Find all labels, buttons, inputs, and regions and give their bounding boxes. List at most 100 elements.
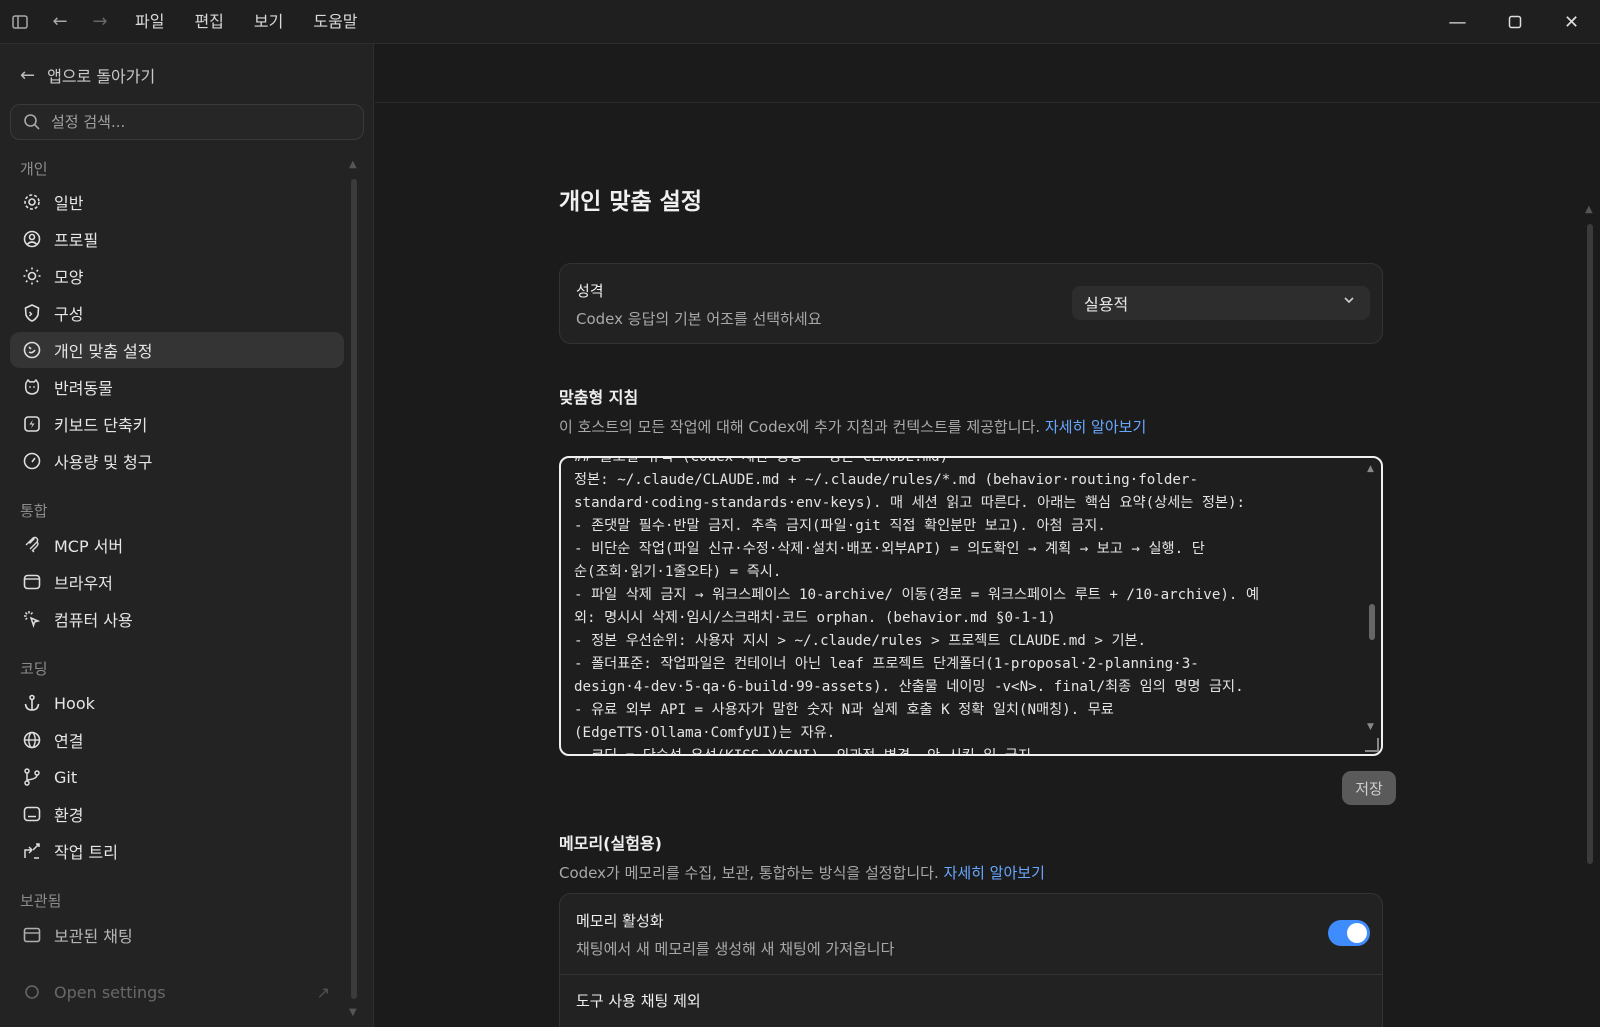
- instruction-line[interactable]: 정본: ~/.claude/CLAUDE.md + ~/.claude/rule…: [574, 469, 1354, 492]
- instructions-learn-more-link[interactable]: 자세히 알아보기: [1045, 418, 1146, 436]
- close-icon[interactable]: ✕: [1543, 0, 1600, 44]
- sidebar-item-connections[interactable]: 연결: [10, 722, 344, 758]
- section-archived-title: 보관됨: [20, 892, 62, 910]
- scroll-up-icon[interactable]: ▲: [1585, 204, 1593, 215]
- instructions-desc-text: 이 호스트의 모든 작업에 대해 Codex에 추가 지침과 컨텍스트를 제공합…: [559, 418, 1041, 436]
- sidebar-item-label: 사용량 및 청구: [54, 453, 153, 472]
- scrollbar-thumb[interactable]: [1587, 224, 1593, 864]
- instruction-line[interactable]: (EdgeTTS·Ollama·ComfyUI)는 자유.: [574, 722, 1354, 745]
- anchor-icon: [24, 694, 40, 711]
- menu-file[interactable]: 파일: [120, 0, 179, 44]
- scroll-down-icon[interactable]: ▼: [349, 1007, 357, 1018]
- scroll-down-icon[interactable]: ▼: [1367, 722, 1374, 732]
- sidebar-item-label: 일반: [54, 194, 84, 213]
- window-controls: — ✕: [1429, 0, 1600, 44]
- instruction-line[interactable]: 순(조회·읽기·1줄오타) = 즉시.: [574, 561, 1354, 584]
- instruction-line[interactable]: - 존댓말 필수·반말 금지. 추측 금지(파일·git 직접 확인분만 보고)…: [574, 515, 1354, 538]
- forward-arrow-icon[interactable]: →: [80, 0, 120, 44]
- instruction-line[interactable]: standard·coding-standards·env-keys). 매 세…: [574, 492, 1354, 515]
- instructions-text[interactable]: ## 글로벌 규칙 (Codex 세션 공통 · 정본 CLAUDE.md) 정본…: [574, 458, 1354, 754]
- section-integrations-title: 통합: [20, 502, 48, 520]
- lightning-key-icon: [24, 416, 40, 432]
- menu-edit[interactable]: 편집: [179, 0, 238, 44]
- toggle-knob: [1347, 923, 1367, 943]
- scroll-up-icon[interactable]: ▲: [1367, 464, 1374, 474]
- sidebar-item-hook[interactable]: Hook: [10, 685, 344, 721]
- main-scrollbar[interactable]: ▲: [1585, 164, 1594, 864]
- personality-card: 성격 Codex 응답의 기본 어조를 선택하세요 실용적: [559, 263, 1383, 344]
- back-to-app-link[interactable]: ← 앱으로 돌아가기: [20, 60, 155, 90]
- memory-enable-toggle[interactable]: [1328, 920, 1370, 946]
- gauge-icon: [23, 452, 41, 470]
- memory-card: 메모리 활성화 채팅에서 새 메모리를 생성해 새 채팅에 가져옵니다 도구 사…: [559, 893, 1383, 1027]
- sidebar-item-label: 개인 맞춤 설정: [54, 342, 153, 361]
- sidebar-item-label: 프로필: [54, 231, 99, 250]
- sidebar-item-personalization[interactable]: 개인 맞춤 설정: [10, 332, 344, 368]
- menu-help[interactable]: 도움말: [298, 0, 372, 44]
- personality-title: 성격: [576, 282, 604, 300]
- sidebar-item-configuration[interactable]: 구성: [10, 295, 344, 331]
- resize-handle-icon[interactable]: [1365, 738, 1379, 752]
- back-arrow-icon[interactable]: ←: [40, 0, 80, 44]
- sidebar-scrollbar[interactable]: ▲ ▼: [349, 159, 358, 1018]
- save-button[interactable]: 저장: [1342, 771, 1396, 805]
- settings-search[interactable]: [10, 104, 364, 140]
- section-personal-title: 개인: [20, 160, 48, 178]
- sidebar-item-appearance[interactable]: 모양: [10, 258, 344, 294]
- shield-icon: [24, 304, 40, 322]
- scrollbar-thumb[interactable]: [1369, 604, 1375, 640]
- menu-view[interactable]: 보기: [239, 0, 298, 44]
- scroll-up-icon[interactable]: ▲: [349, 159, 357, 170]
- personality-select[interactable]: 실용적: [1072, 286, 1370, 320]
- sun-icon: [23, 267, 41, 285]
- settings-search-input[interactable]: [49, 112, 349, 132]
- sidebar-item-label: 브라우저: [54, 574, 113, 593]
- open-settings-label: Open settings: [54, 982, 166, 1002]
- sidebar-item-pets[interactable]: 반려동물: [10, 369, 344, 405]
- sidebar-item-worktrees[interactable]: 작업 트리: [10, 833, 344, 869]
- pet-icon: [24, 378, 40, 395]
- editor-scrollbar[interactable]: ▲ ▼: [1367, 464, 1377, 734]
- custom-instructions-textarea[interactable]: ## 글로벌 규칙 (Codex 세션 공통 · 정본 CLAUDE.md) 정본…: [559, 456, 1383, 756]
- sidebar-toggle-icon[interactable]: [0, 0, 40, 44]
- search-icon: [24, 114, 40, 130]
- instruction-line[interactable]: 외: 명시시 삭제·임시/스크래치·코드 orphan. (behavior.m…: [574, 607, 1354, 630]
- sidebar-item-profile[interactable]: 프로필: [10, 221, 344, 257]
- sidebar-item-keyboard-shortcuts[interactable]: 키보드 단축키: [10, 406, 344, 442]
- instructions-desc: 이 호스트의 모든 작업에 대해 Codex에 추가 지침과 컨텍스트를 제공합…: [559, 416, 1146, 437]
- instruction-line[interactable]: ## 글로벌 규칙 (Codex 세션 공통 · 정본 CLAUDE.md): [574, 458, 1354, 469]
- sidebar-item-browser[interactable]: 브라우저: [10, 564, 344, 600]
- instruction-line[interactable]: - 코딩 = 단순성 우선(KISS·YAGNI). 외과적 변경. 안 시킨 …: [574, 745, 1354, 754]
- instruction-line[interactable]: - 폴더표준: 작업파일은 컨테이너 아닌 leaf 프로젝트 단계폴더(1-p…: [574, 653, 1354, 676]
- memory-title: 메모리(실험용): [559, 834, 662, 853]
- sidebar-item-label: 키보드 단축키: [54, 416, 148, 435]
- instruction-line[interactable]: - 비단순 작업(파일 신규·수정·삭제·설치·배포·외부API) = 의도확인…: [574, 538, 1354, 561]
- sidebar-item-git[interactable]: Git: [10, 759, 344, 795]
- memory-enable-desc: 채팅에서 새 메모리를 생성해 새 채팅에 가져옵니다: [576, 940, 895, 958]
- memory-learn-more-link[interactable]: 자세히 알아보기: [944, 864, 1045, 882]
- personality-select-value: 실용적: [1084, 295, 1129, 314]
- minimize-icon[interactable]: —: [1429, 0, 1486, 44]
- environment-icon: [23, 806, 41, 822]
- instruction-line[interactable]: - 정본 우선순위: 사용자 지시 > ~/.claude/rules > 프로…: [574, 630, 1354, 653]
- open-settings-link[interactable]: Open settings ↗: [10, 974, 344, 1010]
- instruction-line[interactable]: - 파일 삭제 금지 → 워크스페이스 10-archive/ 이동(경로 = …: [574, 584, 1354, 607]
- sidebar-item-general[interactable]: 일반: [10, 184, 344, 220]
- personality-desc: Codex 응답의 기본 어조를 선택하세요: [576, 310, 822, 328]
- title-bar: ← → 파일 편집 보기 도움말 — ✕: [0, 0, 1600, 44]
- maximize-icon[interactable]: [1486, 0, 1543, 44]
- memory-desc-text: Codex가 메모리를 수집, 보관, 통합하는 방식을 설정합니다.: [559, 864, 939, 882]
- sidebar-item-label: 컴퓨터 사용: [54, 611, 133, 630]
- browser-icon: [23, 574, 41, 590]
- sidebar-item-computer-use[interactable]: 컴퓨터 사용: [10, 601, 344, 637]
- instruction-line[interactable]: design·4-dev·5-qa·6-build·99-assets). 산출…: [574, 676, 1354, 699]
- scrollbar-thumb[interactable]: [351, 179, 357, 999]
- mcp-icon: [25, 536, 39, 553]
- sidebar-item-label: Git: [54, 767, 78, 787]
- sidebar-item-label: 연결: [54, 732, 84, 751]
- sidebar-item-mcp-servers[interactable]: MCP 서버: [10, 527, 344, 563]
- instruction-line[interactable]: - 유료 외부 API = 사용자가 말한 숫자 N과 실제 호출 K 정확 일…: [574, 699, 1354, 722]
- sidebar-item-environments[interactable]: 환경: [10, 796, 344, 832]
- sidebar-item-archived-chats[interactable]: 보관된 채팅: [10, 917, 344, 953]
- sidebar-item-usage-billing[interactable]: 사용량 및 청구: [10, 443, 344, 479]
